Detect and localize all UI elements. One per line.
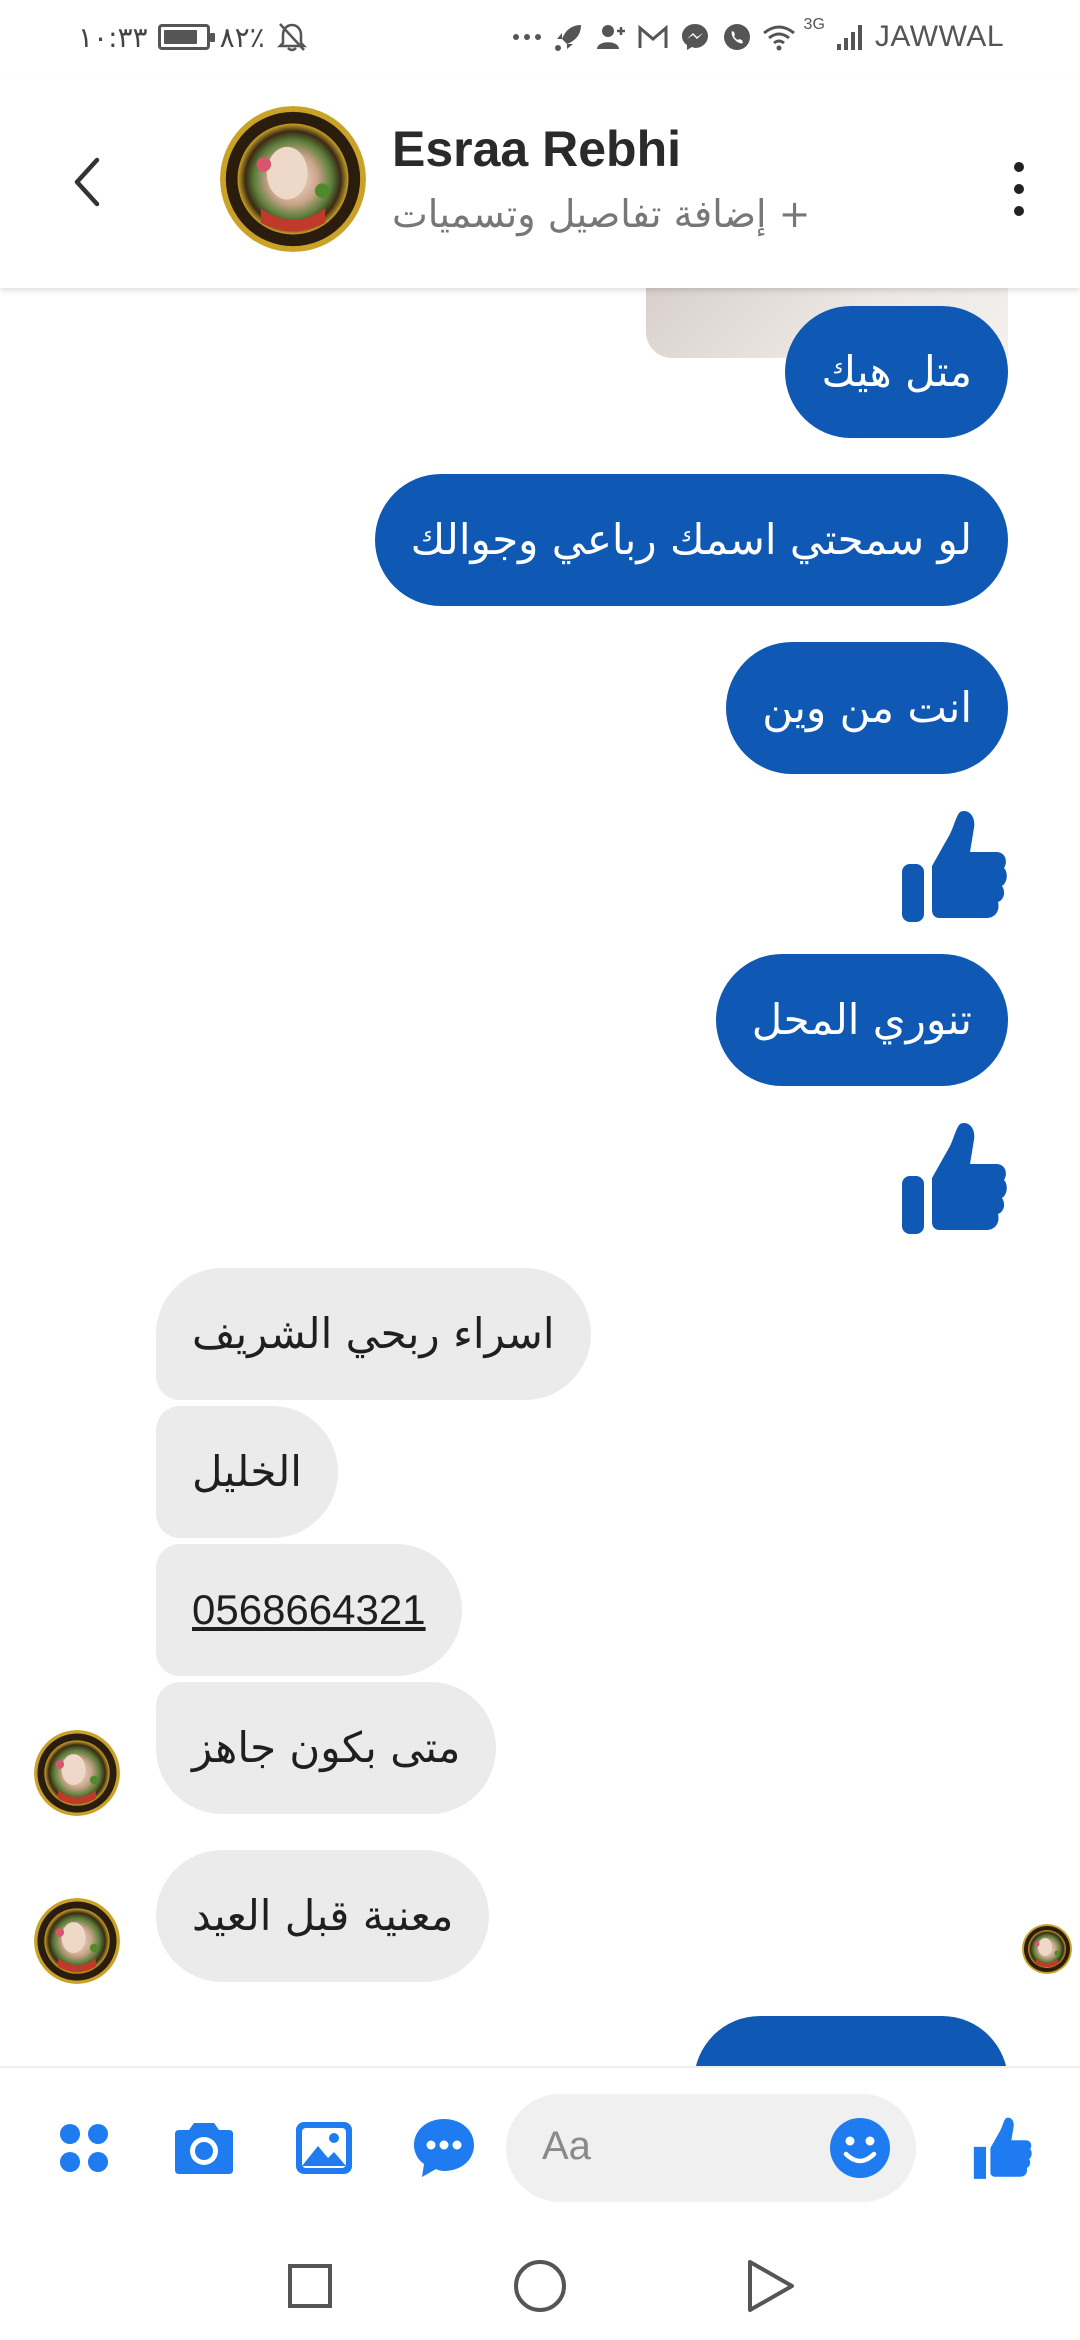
apps-grid-icon	[60, 2124, 108, 2172]
wifi-icon	[762, 20, 796, 54]
message-bubble-incoming[interactable]: اسراء ربحي الشريف	[156, 1268, 591, 1400]
message-bubble-outgoing-partial[interactable]	[694, 2016, 1008, 2066]
chat-dots-icon	[414, 2119, 474, 2177]
like-icon	[973, 2117, 1032, 2179]
message-bubble-incoming[interactable]: معنية قبل العيد	[156, 1850, 490, 1982]
carrier-name: JAWWAL	[874, 20, 1004, 53]
back-button[interactable]	[56, 144, 116, 220]
emoji-button[interactable]	[826, 2114, 894, 2182]
back-triangle-icon	[748, 2260, 794, 2312]
contact-name[interactable]: Esraa Rebhi	[392, 120, 681, 178]
rocket-icon	[552, 20, 586, 54]
battery-icon	[157, 24, 215, 50]
message-bubble-incoming[interactable]: متى بكون جاهز	[156, 1682, 497, 1814]
network-type: 3G	[803, 16, 825, 33]
whatsapp-icon	[720, 20, 754, 54]
sender-avatar[interactable]	[34, 1898, 120, 1984]
apps-grid-button[interactable]	[44, 2108, 124, 2188]
recent-apps-square-icon	[288, 2264, 332, 2308]
signal-icon	[833, 20, 867, 54]
conversation-header: Esraa Rebhi + إضافة تفاصيل وتسميات	[0, 74, 1080, 288]
battery-level	[163, 30, 197, 44]
contact-avatar[interactable]	[220, 106, 366, 252]
status-left: ١٠:٣٣ ٨٢٪	[78, 14, 309, 60]
home-button[interactable]	[510, 2256, 570, 2316]
status-bar: ١٠:٣٣ ٨٢٪ 3G JAWWAL	[0, 0, 1080, 74]
gmail-icon	[636, 20, 670, 54]
send-like-button[interactable]	[962, 2108, 1042, 2188]
avatar-image	[220, 106, 366, 252]
read-receipt-avatar	[1022, 1924, 1072, 1974]
message-input[interactable]: Aa	[506, 2094, 916, 2202]
add-person-icon	[594, 20, 628, 54]
system-back-button[interactable]	[740, 2256, 800, 2316]
battery-percent: ٨٢٪	[219, 20, 265, 54]
add-details-link[interactable]: + إضافة تفاصيل وتسميات	[392, 192, 862, 236]
chat-extras-button[interactable]	[404, 2108, 484, 2188]
sender-avatar[interactable]	[34, 1730, 120, 1816]
status-right: 3G JAWWAL	[510, 14, 1004, 60]
back-chevron-icon	[74, 157, 100, 207]
overflow-dots-icon	[510, 20, 544, 54]
like-thumb-icon[interactable]	[898, 808, 1008, 924]
gallery-icon	[296, 2122, 352, 2174]
home-circle-icon	[514, 2260, 566, 2312]
messenger-icon	[678, 20, 712, 54]
like-thumb-icon[interactable]	[898, 1120, 1008, 1236]
clock: ١٠:٣٣	[78, 20, 148, 54]
message-bubble-outgoing[interactable]: انت من وين	[726, 642, 1008, 774]
message-bubble-incoming[interactable]: الخليل	[156, 1406, 338, 1538]
recent-apps-button[interactable]	[280, 2256, 340, 2316]
camera-icon	[175, 2123, 233, 2174]
message-bubble-outgoing[interactable]: متل هيك	[785, 306, 1008, 438]
vertical-dots-icon	[1014, 162, 1024, 172]
message-list[interactable]: متل هيك لو سمحتي اسمك رباعي وجوالك انت م…	[0, 288, 1080, 2066]
system-navigation-bar	[0, 2230, 1080, 2340]
message-composer: Aa	[0, 2066, 1080, 2230]
emoji-icon	[830, 2118, 890, 2178]
mute-bell-icon	[275, 20, 309, 54]
phone-number-link[interactable]: 0568664321	[156, 1544, 462, 1676]
gallery-button[interactable]	[284, 2108, 364, 2188]
message-bubble-outgoing[interactable]: لو سمحتي اسمك رباعي وجوالك	[374, 474, 1008, 606]
camera-button[interactable]	[164, 2108, 244, 2188]
more-options-button[interactable]	[1004, 154, 1034, 224]
message-bubble-outgoing[interactable]: تنوري المحل	[715, 954, 1008, 1086]
message-input-placeholder: Aa	[542, 2124, 591, 2168]
